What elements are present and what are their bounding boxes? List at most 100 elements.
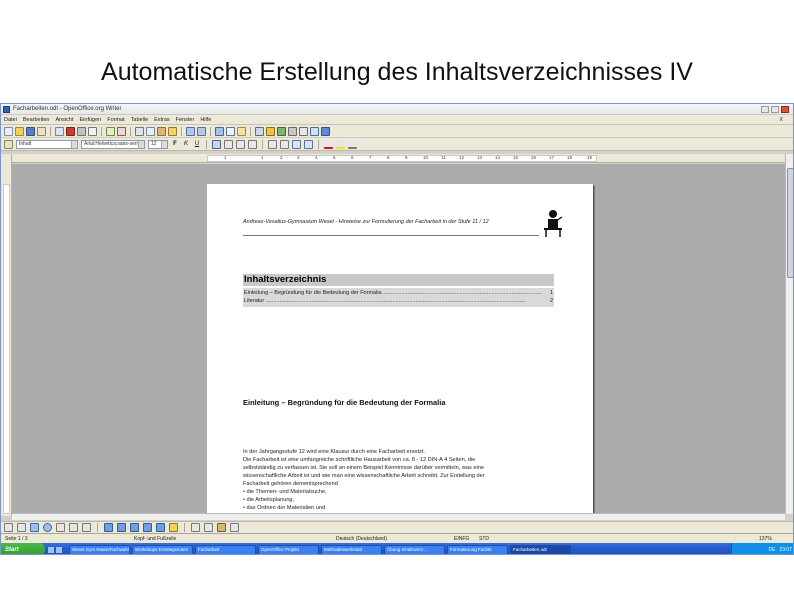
menu-tabelle[interactable]: Tabelle (131, 117, 148, 123)
points-icon[interactable] (191, 523, 200, 532)
bold-button[interactable]: F (171, 140, 179, 148)
start-button[interactable]: Start (1, 543, 45, 554)
status-language[interactable]: Deutsch (Deutschland) (336, 536, 387, 542)
page-header-text[interactable]: Andreas-Vesalius-Gymnasium Wesel - Hinwe… (243, 219, 543, 225)
block-arrows-icon[interactable] (130, 523, 139, 532)
status-style[interactable]: Kopf- und Fußzeile (134, 536, 176, 542)
quicklaunch-browser-icon[interactable] (56, 546, 62, 553)
close-window-button[interactable] (781, 105, 789, 113)
symbol-shapes-icon[interactable] (117, 523, 126, 532)
paragraph-style-select[interactable]: Inhalt (16, 139, 78, 149)
body-paragraph[interactable]: In der Jahrgangsstufe 12 wird eine Klaus… (243, 448, 553, 512)
font-name-select[interactable]: Arial;Helvetica;sans-serif (81, 139, 145, 149)
taskbar-item-active[interactable]: Facharbeiten.odt (510, 544, 571, 554)
styles-formatting-icon[interactable] (4, 139, 13, 149)
maximize-button[interactable] (771, 105, 779, 113)
document-page[interactable]: Andreas-Vesalius-Gymnasium Wesel - Hinwe… (207, 184, 593, 513)
taskbar-item[interactable]: OpenOffice Projekt (258, 544, 319, 554)
page-preview-icon[interactable] (88, 126, 97, 136)
callouts-icon[interactable] (156, 523, 165, 532)
font-size-select[interactable]: 12 (148, 139, 168, 149)
menu-fenster[interactable]: Fenster (176, 117, 195, 123)
edit-file-icon[interactable] (55, 126, 64, 136)
basic-shapes-icon[interactable] (104, 523, 113, 532)
menu-format[interactable]: Format (107, 117, 124, 123)
spellcheck-icon[interactable] (106, 126, 115, 136)
freeform-tool-icon[interactable] (56, 523, 65, 532)
status-zoom[interactable]: 137% (759, 536, 772, 542)
menu-einfuegen[interactable]: Einfügen (80, 117, 102, 123)
taskbar-item[interactable]: Formatierung Fachtit (447, 544, 508, 554)
horizontal-scrollbar[interactable] (12, 513, 785, 520)
taskbar-item[interactable]: Workshops Einstiegsnoten (132, 544, 193, 554)
highlight-icon[interactable] (336, 139, 345, 149)
copy-icon[interactable] (146, 126, 155, 136)
toc-title[interactable]: Inhaltsverzeichnis (243, 274, 554, 286)
redo-icon[interactable] (197, 126, 206, 136)
extrusion-icon[interactable] (230, 523, 239, 532)
print-icon[interactable] (77, 126, 86, 136)
toc-entry[interactable]: Literatur ..............................… (244, 298, 553, 304)
gallery-icon[interactable] (277, 126, 286, 136)
quicklaunch-desktop-icon[interactable] (48, 546, 54, 553)
justify-icon[interactable] (248, 139, 257, 149)
taskbar-item[interactable]: Wesel Gym Noten/Fachwahl... (69, 544, 130, 554)
document-workspace[interactable]: Andreas-Vesalius-Gymnasium Wesel - Hinwe… (12, 164, 785, 513)
toc-entry[interactable]: Einleitung – Begründung für die Bedeutun… (244, 290, 553, 296)
numbering-icon[interactable] (268, 139, 277, 149)
text-tool-icon[interactable] (69, 523, 78, 532)
open-icon[interactable] (15, 126, 24, 136)
bullets-icon[interactable] (280, 139, 289, 149)
align-left-icon[interactable] (212, 139, 221, 149)
hyperlink-icon[interactable] (215, 126, 224, 136)
menu-ansicht[interactable]: Ansicht (55, 117, 73, 123)
italic-button[interactable]: K (182, 140, 190, 148)
ellipse-tool-icon[interactable] (43, 523, 52, 532)
tray-clock[interactable]: 23:07 (779, 547, 792, 553)
minimize-button[interactable] (761, 105, 769, 113)
callout-tool-icon[interactable] (82, 523, 91, 532)
navigator-icon[interactable] (266, 126, 275, 136)
menu-bearbeiten[interactable]: Bearbeiten (23, 117, 50, 123)
taskbar-item[interactable]: Facharbeit (195, 544, 256, 554)
status-insert-mode[interactable]: EINFG (454, 536, 469, 542)
fontwork-icon[interactable] (204, 523, 213, 532)
taskbar-item[interactable]: Übung Inhaltsverz... (384, 544, 445, 554)
status-selection-mode[interactable]: STD (479, 536, 489, 542)
tray-language[interactable]: DE (769, 547, 776, 553)
zoom-icon[interactable] (310, 126, 319, 136)
align-center-icon[interactable] (224, 139, 233, 149)
cut-icon[interactable] (135, 126, 144, 136)
align-right-icon[interactable] (236, 139, 245, 149)
status-page[interactable]: Seite 1 / 3 (5, 536, 28, 542)
export-pdf-icon[interactable] (66, 126, 75, 136)
menu-hilfe[interactable]: Hilfe (200, 117, 211, 123)
underline-button[interactable]: U (193, 140, 201, 148)
rectangle-tool-icon[interactable] (30, 523, 39, 532)
format-paintbrush-icon[interactable] (168, 126, 177, 136)
background-color-icon[interactable] (348, 139, 357, 149)
vertical-ruler[interactable] (1, 154, 12, 516)
close-document-button[interactable]: X (779, 117, 783, 123)
scroll-thumb[interactable] (787, 168, 793, 278)
from-file-icon[interactable] (217, 523, 226, 532)
datasources-icon[interactable] (288, 126, 297, 136)
email-icon[interactable] (37, 126, 46, 136)
menu-extras[interactable]: Extras (154, 117, 170, 123)
section-heading[interactable]: Einleitung – Begründung für die Bedeutun… (243, 398, 446, 407)
decrease-indent-icon[interactable] (292, 139, 301, 149)
nonprinting-chars-icon[interactable] (299, 126, 308, 136)
flowchart-icon[interactable] (143, 523, 152, 532)
horizontal-ruler[interactable]: 1 1 2 3 4 5 6 7 8 9 10 11 12 13 14 15 16… (12, 154, 785, 163)
table-icon[interactable] (226, 126, 235, 136)
save-icon[interactable] (26, 126, 35, 136)
find-replace-icon[interactable] (255, 126, 264, 136)
help-icon[interactable] (321, 126, 330, 136)
show-draw-functions-icon[interactable] (237, 126, 246, 136)
menu-datei[interactable]: Datei (4, 117, 17, 123)
taskbar-item[interactable]: Methodenwerkstatt (321, 544, 382, 554)
autospell-icon[interactable] (117, 126, 126, 136)
line-tool-icon[interactable] (17, 523, 26, 532)
undo-icon[interactable] (186, 126, 195, 136)
new-document-icon[interactable] (4, 126, 13, 136)
